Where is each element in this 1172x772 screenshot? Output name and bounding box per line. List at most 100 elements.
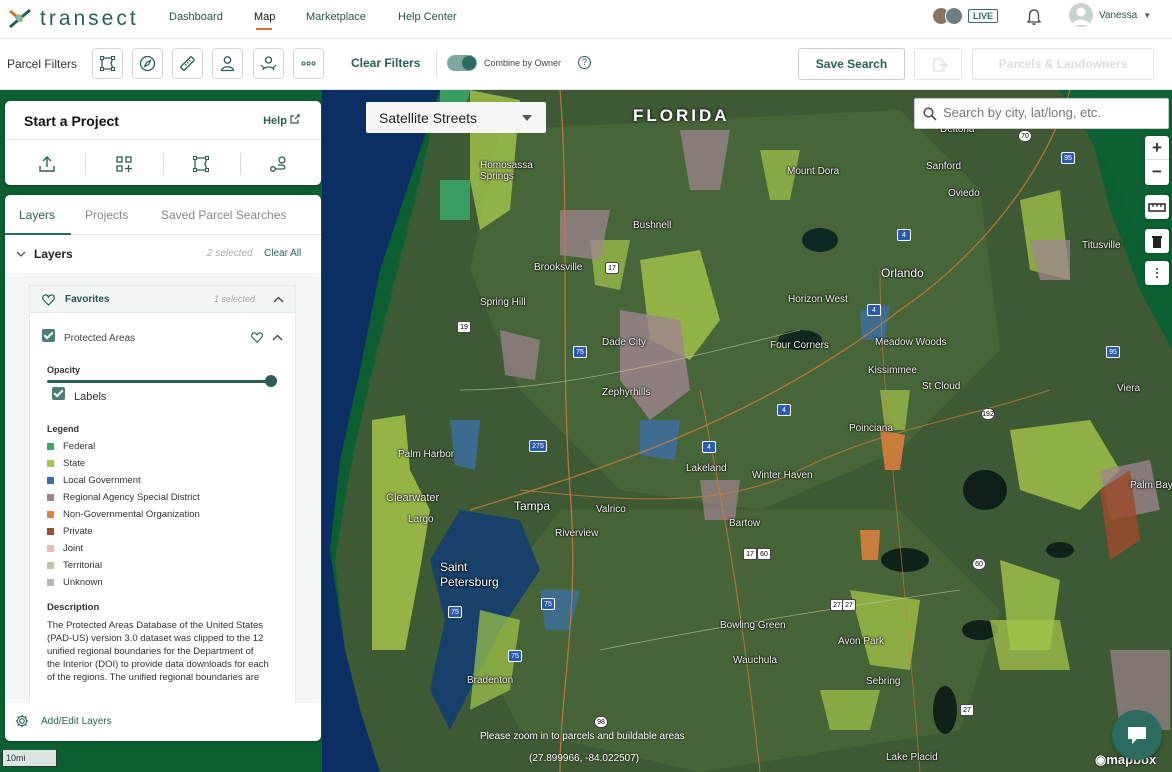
upload-project-button[interactable]: [36, 153, 58, 175]
legend-item: Private: [47, 525, 93, 537]
size-filter-button[interactable]: [172, 48, 203, 79]
place-label: Poinciana: [849, 423, 893, 434]
measure-button[interactable]: [1145, 195, 1169, 219]
parcels-landowners-button[interactable]: Parcels & Landowners: [972, 48, 1154, 80]
place-label: Viera: [1117, 383, 1141, 394]
labels-label: Labels: [74, 391, 107, 403]
place-label: Lake Placid: [886, 752, 938, 763]
zoom-in-button[interactable]: +: [1145, 136, 1169, 160]
place-label: Valrico: [596, 504, 626, 515]
tab-layers[interactable]: Layers: [19, 208, 55, 222]
legend-item: Non-Governmental Organization: [47, 508, 200, 520]
save-search-button[interactable]: Save Search: [798, 48, 905, 80]
live-collaborators[interactable]: LIVE: [932, 7, 999, 25]
add-grid-button[interactable]: [113, 153, 135, 175]
place-label: Spring Hill: [480, 297, 526, 308]
chevron-up-icon[interactable]: [273, 296, 284, 303]
highway-shield: 27: [842, 599, 856, 611]
heart-icon[interactable]: [251, 332, 263, 343]
place-label: Winter Haven: [752, 470, 813, 481]
place-label: Horizon West: [788, 294, 848, 305]
chat-support-button[interactable]: [1112, 710, 1162, 760]
legend-swatch: [47, 527, 54, 535]
highway-shield: 192: [981, 408, 995, 420]
divider: [240, 153, 241, 175]
layer-description: The Protected Areas Database of the Unit…: [47, 620, 269, 683]
description-title: Description: [47, 602, 100, 613]
opacity-slider-handle[interactable]: [265, 375, 277, 387]
help-icon[interactable]: ?: [578, 56, 591, 69]
delete-drawing-button[interactable]: [1145, 229, 1169, 253]
legend-item: Federal: [47, 440, 95, 452]
ruler-icon: [180, 56, 195, 71]
gear-icon: [15, 714, 29, 728]
parcel-shape-icon: [193, 156, 209, 172]
zoom-out-button[interactable]: −: [1145, 160, 1169, 184]
nav-dashboard[interactable]: Dashboard: [169, 11, 223, 23]
highway-shield: 19: [457, 321, 471, 333]
place-label: Dade City: [602, 337, 646, 348]
add-edit-layers-button[interactable]: Add/Edit Layers: [15, 714, 112, 728]
route-button[interactable]: [267, 153, 289, 175]
place-label: St Cloud: [922, 381, 961, 392]
legend-swatch: [47, 476, 54, 484]
transect-logo[interactable]: transect: [8, 5, 139, 33]
location-filter-button[interactable]: [132, 48, 163, 79]
export-button[interactable]: [914, 48, 962, 80]
toggle-knob: [462, 56, 476, 70]
layers-section-toggle[interactable]: Layers: [16, 247, 73, 261]
legend-item: Local Government: [47, 474, 141, 486]
place-label: Bushnell: [633, 220, 672, 231]
place-label: Bartow: [729, 518, 761, 529]
clear-all-button[interactable]: Clear All: [264, 248, 301, 259]
opacity-slider-track[interactable]: [47, 380, 272, 383]
opacity-label: Opacity: [47, 365, 81, 375]
favorites-header[interactable]: Favorites 1 selected: [30, 286, 295, 313]
place-label: Palm Bay: [1130, 480, 1172, 491]
legend-title: Legend: [47, 424, 80, 434]
layer-name: Protected Areas: [64, 333, 136, 344]
place-label: Orlando: [881, 266, 924, 280]
place-label: Wauchula: [733, 655, 778, 666]
combine-by-owner-toggle[interactable]: [447, 55, 477, 71]
notifications-bell-icon[interactable]: [1026, 8, 1042, 31]
place-label: Brooksville: [534, 262, 583, 273]
map-search-input[interactable]: [943, 105, 1163, 120]
clear-filters-button[interactable]: Clear Filters: [351, 56, 420, 70]
chevron-up-icon[interactable]: [272, 334, 283, 341]
tab-projects[interactable]: Projects: [85, 208, 128, 222]
compass-icon: [139, 55, 156, 72]
place-label: Bradenton: [467, 675, 514, 686]
layers-scroll-area[interactable]: Favorites 1 selected Protected Areas Opa…: [5, 273, 321, 703]
parcel-shape-filter-button[interactable]: [92, 48, 123, 79]
export-icon: [933, 58, 948, 72]
user-menu[interactable]: Vanessa ▼: [1069, 3, 1151, 27]
nav-map[interactable]: Map: [254, 11, 275, 23]
draw-parcel-button[interactable]: [190, 153, 212, 175]
divider: [163, 153, 164, 175]
place-label: Sebring: [866, 676, 901, 687]
owner-type-filter-button[interactable]: [253, 48, 284, 79]
protected-areas-checkbox[interactable]: [42, 329, 55, 342]
grid-add-icon: [116, 156, 132, 172]
legend-item: Unknown: [47, 576, 103, 588]
owner-filter-button[interactable]: [212, 48, 243, 79]
nav-help-center[interactable]: Help Center: [398, 11, 457, 23]
more-filters-button[interactable]: [293, 48, 324, 79]
highway-shield: 4: [702, 441, 716, 453]
parcel-shape-icon: [100, 56, 115, 71]
project-help-link[interactable]: Help: [263, 114, 300, 127]
map-more-button[interactable]: [1145, 261, 1169, 285]
place-label: Bowling Green: [720, 620, 786, 631]
more-icon: [301, 61, 316, 66]
nav-marketplace[interactable]: Marketplace: [306, 11, 366, 23]
route-icon: [270, 156, 286, 172]
map-style-select[interactable]: Satellite Streets: [366, 102, 546, 133]
labels-checkbox[interactable]: [52, 387, 65, 400]
external-link-icon: [290, 114, 300, 124]
place-label: Kissimmee: [868, 365, 917, 376]
legend-label: Local Government: [63, 474, 141, 486]
tab-saved-parcel-searches[interactable]: Saved Parcel Searches: [161, 208, 286, 222]
help-label: Help: [263, 115, 287, 127]
highway-shield: 275: [529, 440, 547, 452]
